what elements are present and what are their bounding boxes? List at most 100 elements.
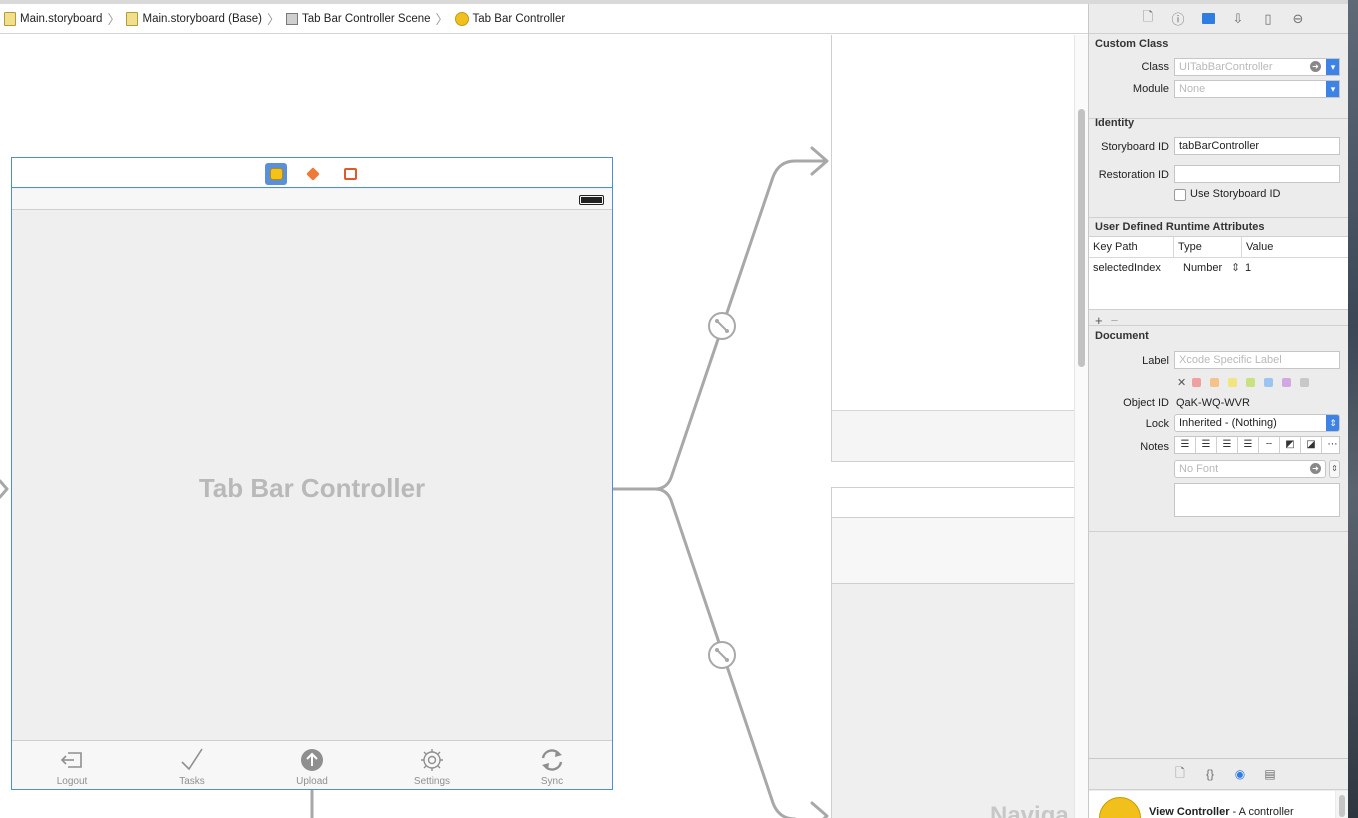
label-label: Label [1142, 355, 1169, 367]
sync-icon [541, 749, 563, 771]
breadcrumb-item-scene[interactable]: Tab Bar Controller Scene 〉 [286, 4, 455, 34]
list-item[interactable]: View Controller - A controller [1089, 791, 1335, 818]
exit-icon[interactable] [339, 163, 361, 185]
library-scrollbar[interactable] [1336, 791, 1348, 818]
segue-arrow-bottom [810, 801, 829, 818]
stepper-icon[interactable]: ⇕ [1231, 259, 1240, 277]
object-library-icon[interactable]: ◉ [1225, 759, 1255, 789]
breadcrumb-label: Tab Bar Controller [472, 12, 566, 25]
clear-color-icon[interactable]: ✕ [1177, 376, 1186, 389]
use-storyboard-id-label[interactable]: Use Storyboard ID [1190, 188, 1280, 200]
quick-help-icon[interactable]: ⓘ [1163, 4, 1193, 34]
column-header-type[interactable]: Type [1174, 237, 1242, 257]
label-color-swatch[interactable] [1300, 378, 1309, 387]
file-inspector-icon[interactable]: 🗋 [1133, 4, 1163, 34]
inspector-tabs: 🗋 ⓘ ⇩ ▯ ⊖ [1089, 4, 1349, 34]
arrow-right-icon[interactable]: ➜ [1310, 61, 1321, 72]
lock-value: Inherited - (Nothing) [1179, 417, 1277, 429]
scene-icon [286, 12, 299, 25]
use-storyboard-id-checkbox[interactable] [1174, 189, 1186, 201]
align-right-icon[interactable]: ☰ [1217, 437, 1238, 453]
notes-label: Notes [1140, 441, 1169, 453]
attributes-inspector-icon[interactable]: ⇩ [1223, 4, 1253, 34]
scene-dock [832, 488, 1074, 518]
file-template-library-icon[interactable]: 🗋 [1165, 759, 1195, 789]
media-library-icon[interactable]: ▤ [1255, 759, 1285, 789]
tab-upload[interactable]: Upload [252, 741, 372, 790]
background-color-icon[interactable]: ◪ [1301, 437, 1322, 453]
child-scene-frame[interactable] [831, 35, 1074, 462]
tab-bar-controller-icon [454, 11, 469, 26]
breadcrumb-item-main-storyboard-base[interactable]: Main.storyboard (Base) 〉 [126, 4, 286, 34]
connections-inspector-icon[interactable]: ⊖ [1283, 4, 1313, 34]
breadcrumb-label: Main.storyboard [20, 12, 103, 25]
desktop-background [1348, 0, 1358, 818]
align-natural-icon[interactable]: ┄ [1259, 437, 1280, 453]
status-bar [12, 189, 612, 210]
table-row-key-path[interactable]: selectedIndex [1093, 259, 1161, 277]
tab-label: Logout [56, 776, 88, 787]
tab-sync[interactable]: Sync [492, 741, 612, 790]
chevron-down-icon[interactable]: ▾ [1326, 81, 1339, 97]
tab-settings[interactable]: Settings [372, 741, 492, 790]
canvas-scrollbar-thumb[interactable] [1078, 109, 1085, 367]
module-combobox[interactable]: None ▾ [1174, 80, 1340, 98]
segue-icon[interactable] [708, 641, 736, 669]
runtime-attributes-table: Key Path Type Value selectedIndex Number… [1089, 236, 1349, 310]
storyboard-id-label: Storyboard ID [1101, 141, 1169, 153]
text-color-icon[interactable]: ◩ [1280, 437, 1301, 453]
notes-font-field[interactable]: No Font ➜ [1174, 460, 1326, 478]
breadcrumb-item-main-storyboard[interactable]: Main.storyboard 〉 [4, 4, 126, 34]
tab-bar-controller-icon[interactable] [265, 163, 287, 185]
column-header-value[interactable]: Value [1242, 237, 1349, 257]
storyboard-canvas[interactable]: Tab Bar Controller Logout Tasks Upload S… [0, 35, 1074, 818]
chevron-right-icon: 〉 [435, 12, 449, 27]
label-color-swatch[interactable] [1264, 378, 1273, 387]
identity-inspector-icon[interactable] [1193, 4, 1223, 34]
align-left-icon[interactable]: ☰ [1175, 437, 1196, 453]
lock-popup[interactable]: Inherited - (Nothing) ⇕ [1174, 414, 1340, 432]
label-color-swatch[interactable] [1210, 378, 1219, 387]
more-options-icon[interactable]: ⋯ [1322, 437, 1343, 453]
align-center-icon[interactable]: ☰ [1196, 437, 1217, 453]
notes-textarea[interactable] [1174, 483, 1340, 517]
document-section: Document Label Xcode Specific Label ✕ Ob… [1089, 326, 1349, 532]
segue-icon[interactable] [708, 312, 736, 340]
chevron-updown-icon[interactable]: ⇕ [1326, 415, 1339, 431]
battery-icon [579, 195, 604, 205]
label-color-swatch[interactable] [1282, 378, 1291, 387]
library-tabs: 🗋 {} ◉ ▤ [1089, 758, 1349, 790]
class-label: Class [1141, 61, 1169, 73]
section-title: Document [1095, 330, 1149, 342]
tab-label: Tasks [179, 776, 205, 787]
label-color-swatch[interactable] [1228, 378, 1237, 387]
tab-bar-controller-scene[interactable]: Tab Bar Controller Logout Tasks Upload S… [11, 157, 613, 790]
canvas-scrollbar[interactable] [1074, 35, 1088, 818]
restoration-id-field[interactable] [1174, 165, 1340, 183]
breadcrumb-item-tab-bar-controller[interactable]: Tab Bar Controller [454, 4, 566, 34]
label-color-swatch[interactable] [1246, 378, 1255, 387]
tab-label: Upload [296, 776, 328, 787]
xcode-label-field[interactable]: Xcode Specific Label [1174, 351, 1340, 369]
font-size-stepper[interactable]: ⇕ [1329, 460, 1340, 478]
chevron-down-icon[interactable]: ▾ [1326, 59, 1339, 75]
arrow-right-icon[interactable]: ➜ [1310, 463, 1321, 474]
size-inspector-icon[interactable]: ▯ [1253, 4, 1283, 34]
storyboard-id-field[interactable]: tabBarController [1174, 137, 1340, 155]
tab-logout[interactable]: Logout [12, 741, 132, 790]
code-snippet-library-icon[interactable]: {} [1195, 759, 1225, 789]
scene-dock [12, 158, 612, 188]
section-title: Custom Class [1095, 38, 1169, 50]
user-defined-runtime-attributes-section: User Defined Runtime Attributes Key Path… [1089, 218, 1349, 328]
table-row-value[interactable]: 1 [1245, 259, 1251, 277]
class-combobox[interactable]: UITabBarController ➜ ▾ [1174, 58, 1340, 76]
column-header-key-path[interactable]: Key Path [1089, 237, 1174, 257]
navigation-controller-scene[interactable]: Naviga [831, 487, 1074, 818]
section-title: Identity [1095, 117, 1135, 129]
library-item-description: - A controller [1229, 806, 1294, 818]
tab-tasks[interactable]: Tasks [132, 741, 252, 790]
first-responder-icon[interactable] [302, 163, 324, 185]
align-justify-icon[interactable]: ☰ [1238, 437, 1259, 453]
label-color-swatch[interactable] [1192, 378, 1201, 387]
table-row-type[interactable]: Number [1183, 259, 1222, 277]
